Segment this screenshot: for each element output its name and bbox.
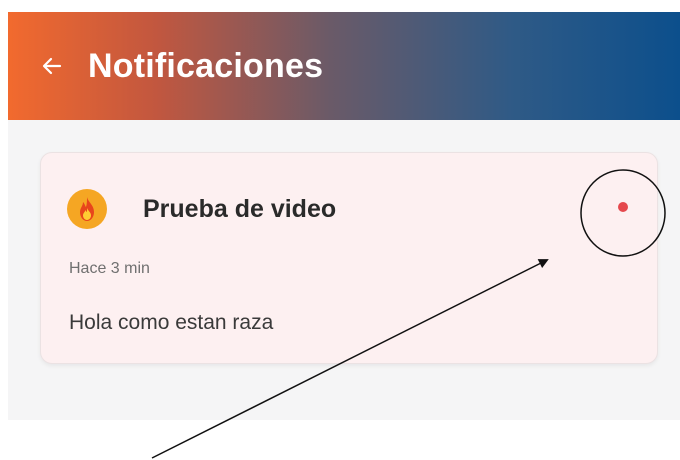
arrow-left-icon[interactable]	[38, 52, 66, 80]
screen: Notificaciones Prueba de video Hace 3 mi…	[0, 0, 680, 460]
app-area: Notificaciones Prueba de video Hace 3 mi…	[8, 12, 680, 420]
page-title: Notificaciones	[88, 46, 324, 85]
notification-card[interactable]: Prueba de video Hace 3 min Hola como est…	[40, 152, 658, 364]
app-bar: Notificaciones	[8, 12, 680, 120]
notification-time: Hace 3 min	[69, 260, 150, 277]
notification-message: Hola como estan raza	[69, 311, 274, 334]
notification-title: Prueba de video	[143, 195, 337, 223]
fire-icon	[67, 189, 107, 229]
unread-indicator	[618, 202, 628, 212]
